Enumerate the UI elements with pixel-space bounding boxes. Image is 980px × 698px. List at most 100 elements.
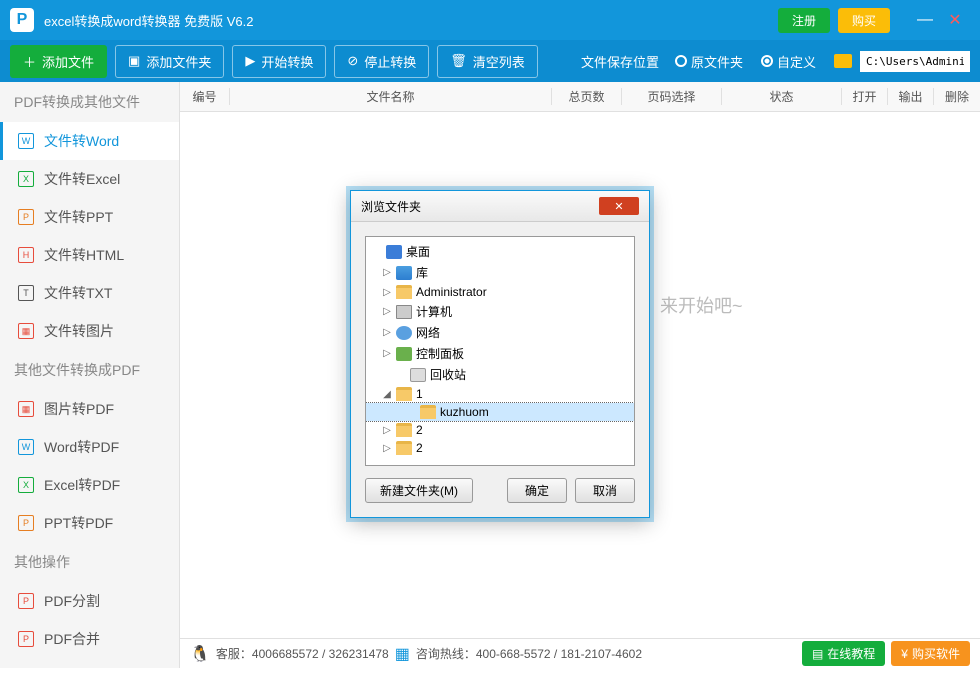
stop-convert-button[interactable]: ⊘停止转换 bbox=[334, 45, 429, 78]
online-tutorial-button[interactable]: ▤在线教程 bbox=[802, 641, 885, 666]
hotline-text: 咨询热线：400-668-5572 / 181-2107-4602 bbox=[416, 645, 642, 662]
folder-icon bbox=[420, 405, 436, 419]
sidebar-item-pdf-unlock[interactable]: PPDF密码解除 bbox=[0, 658, 179, 668]
dialog-titlebar[interactable]: 浏览文件夹 ✕ bbox=[351, 191, 649, 222]
close-button[interactable]: ✕ bbox=[940, 10, 970, 30]
sidebar-item-excel-to-pdf[interactable]: XExcel转PDF bbox=[0, 466, 179, 504]
stop-icon: ⊘ bbox=[347, 53, 358, 69]
folder-icon[interactable] bbox=[834, 54, 852, 68]
sidebar-group-other-ops: 其他操作 bbox=[0, 542, 179, 582]
add-file-button[interactable]: ＋添加文件 bbox=[10, 45, 107, 78]
col-open: 打开 bbox=[842, 88, 888, 105]
sidebar-item-ppt-to-pdf[interactable]: PPPT转PDF bbox=[0, 504, 179, 542]
word-icon: W bbox=[18, 133, 34, 149]
expand-icon[interactable]: ▷ bbox=[382, 348, 392, 359]
col-output: 输出 bbox=[888, 88, 934, 105]
col-page-select: 页码选择 bbox=[622, 88, 722, 105]
tree-folder-3[interactable]: ▷2 bbox=[366, 439, 634, 457]
tree-folder-1[interactable]: ◢1 bbox=[366, 385, 634, 403]
recycle-bin-icon bbox=[410, 368, 426, 382]
cancel-button[interactable]: 取消 bbox=[575, 478, 635, 503]
titlebar: P excel转换成word转换器 免费版 V6.2 注册 购买 — ✕ bbox=[0, 0, 980, 40]
excel-icon: X bbox=[18, 171, 34, 187]
new-folder-button[interactable]: 新建文件夹(M) bbox=[365, 478, 473, 503]
expand-icon[interactable]: ▷ bbox=[382, 425, 392, 436]
folder-tree[interactable]: 桌面 ▷库 ▷Administrator ▷计算机 ▷网络 ▷控制面板 回收站 … bbox=[365, 236, 635, 466]
sidebar-item-to-image[interactable]: ▦文件转图片 bbox=[0, 312, 179, 350]
dialog-close-button[interactable]: ✕ bbox=[599, 197, 639, 215]
txt-icon: T bbox=[18, 285, 34, 301]
pdf-icon: P bbox=[18, 631, 34, 647]
excel-icon: X bbox=[18, 477, 34, 493]
collapse-icon[interactable]: ◢ bbox=[382, 389, 392, 400]
word-icon: W bbox=[18, 439, 34, 455]
expand-icon[interactable]: ▷ bbox=[382, 327, 392, 338]
expand-icon[interactable]: ▷ bbox=[382, 267, 392, 278]
folder-icon bbox=[396, 441, 412, 455]
qq-icon[interactable]: 🐧 bbox=[190, 644, 210, 664]
sidebar-item-pdf-merge[interactable]: PPDF合并 bbox=[0, 620, 179, 658]
tree-network[interactable]: ▷网络 bbox=[366, 322, 634, 343]
col-delete: 删除 bbox=[934, 88, 980, 105]
sidebar-item-to-excel[interactable]: X文件转Excel bbox=[0, 160, 179, 198]
toolbar: ＋添加文件 ▣添加文件夹 ▶开始转换 ⊘停止转换 🗑清空列表 文件保存位置 原文… bbox=[0, 40, 980, 82]
app-logo: P bbox=[10, 8, 34, 32]
folder-plus-icon: ▣ bbox=[128, 53, 140, 69]
col-number: 编号 bbox=[180, 88, 230, 105]
radio-custom-folder[interactable]: 自定义 bbox=[761, 52, 816, 71]
image-icon: ▦ bbox=[18, 323, 34, 339]
save-path-input[interactable] bbox=[860, 51, 970, 72]
start-convert-button[interactable]: ▶开始转换 bbox=[232, 45, 326, 78]
minimize-button[interactable]: — bbox=[910, 11, 940, 29]
buy-button[interactable]: 购买 bbox=[838, 8, 890, 33]
sidebar: PDF转换成其他文件 W文件转Word X文件转Excel P文件转PPT H文… bbox=[0, 82, 180, 668]
sidebar-group-pdf-to-other: PDF转换成其他文件 bbox=[0, 82, 179, 122]
table-header: 编号 文件名称 总页数 页码选择 状态 打开 输出 删除 bbox=[180, 82, 980, 112]
play-icon: ▶ bbox=[245, 53, 255, 69]
control-panel-icon bbox=[396, 347, 412, 361]
expand-icon[interactable]: ▷ bbox=[382, 306, 392, 317]
phone-icon: ▦ bbox=[395, 644, 410, 664]
folder-icon bbox=[396, 423, 412, 437]
service-text: 客服：4006685572 / 326231478 bbox=[216, 645, 389, 662]
statusbar: 🐧 客服：4006685572 / 326231478 ▦ 咨询热线：400-6… bbox=[180, 638, 980, 668]
expand-icon[interactable]: ▷ bbox=[382, 443, 392, 454]
sidebar-item-to-txt[interactable]: T文件转TXT bbox=[0, 274, 179, 312]
sidebar-item-to-word[interactable]: W文件转Word bbox=[0, 122, 179, 160]
add-folder-button[interactable]: ▣添加文件夹 bbox=[115, 45, 224, 78]
plus-icon: ＋ bbox=[23, 52, 36, 71]
library-icon bbox=[396, 266, 412, 280]
radio-checked-icon bbox=[761, 55, 773, 67]
browse-folder-dialog: 浏览文件夹 ✕ 桌面 ▷库 ▷Administrator ▷计算机 ▷网络 ▷控… bbox=[350, 190, 650, 518]
ok-button[interactable]: 确定 bbox=[507, 478, 567, 503]
expand-icon[interactable]: ▷ bbox=[382, 287, 392, 298]
user-icon bbox=[396, 285, 412, 299]
image-icon: ▦ bbox=[18, 401, 34, 417]
register-button[interactable]: 注册 bbox=[778, 8, 830, 33]
tree-library[interactable]: ▷库 bbox=[366, 262, 634, 283]
tree-recycle-bin[interactable]: 回收站 bbox=[366, 364, 634, 385]
radio-original-folder[interactable]: 原文件夹 bbox=[675, 52, 743, 71]
tree-administrator[interactable]: ▷Administrator bbox=[366, 283, 634, 301]
drop-placeholder: 来开始吧~ bbox=[660, 292, 743, 318]
tree-control-panel[interactable]: ▷控制面板 bbox=[366, 343, 634, 364]
sidebar-item-image-to-pdf[interactable]: ▦图片转PDF bbox=[0, 390, 179, 428]
sidebar-item-to-ppt[interactable]: P文件转PPT bbox=[0, 198, 179, 236]
computer-icon bbox=[396, 305, 412, 319]
save-location-label: 文件保存位置 bbox=[581, 52, 659, 71]
sidebar-item-pdf-split[interactable]: PPDF分割 bbox=[0, 582, 179, 620]
sidebar-item-to-html[interactable]: H文件转HTML bbox=[0, 236, 179, 274]
ppt-icon: P bbox=[18, 209, 34, 225]
tree-desktop[interactable]: 桌面 bbox=[366, 241, 634, 262]
tree-folder-kuzhuom[interactable]: kuzhuom bbox=[366, 403, 634, 421]
tree-folder-2[interactable]: ▷2 bbox=[366, 421, 634, 439]
network-icon bbox=[396, 326, 412, 340]
buy-software-button[interactable]: ¥购买软件 bbox=[891, 641, 970, 666]
folder-icon bbox=[396, 387, 412, 401]
tree-computer[interactable]: ▷计算机 bbox=[366, 301, 634, 322]
doc-icon: ▤ bbox=[812, 647, 823, 661]
clear-list-button[interactable]: 🗑清空列表 bbox=[437, 45, 538, 78]
coin-icon: ¥ bbox=[901, 647, 908, 661]
sidebar-item-word-to-pdf[interactable]: WWord转PDF bbox=[0, 428, 179, 466]
radio-icon bbox=[675, 55, 687, 67]
